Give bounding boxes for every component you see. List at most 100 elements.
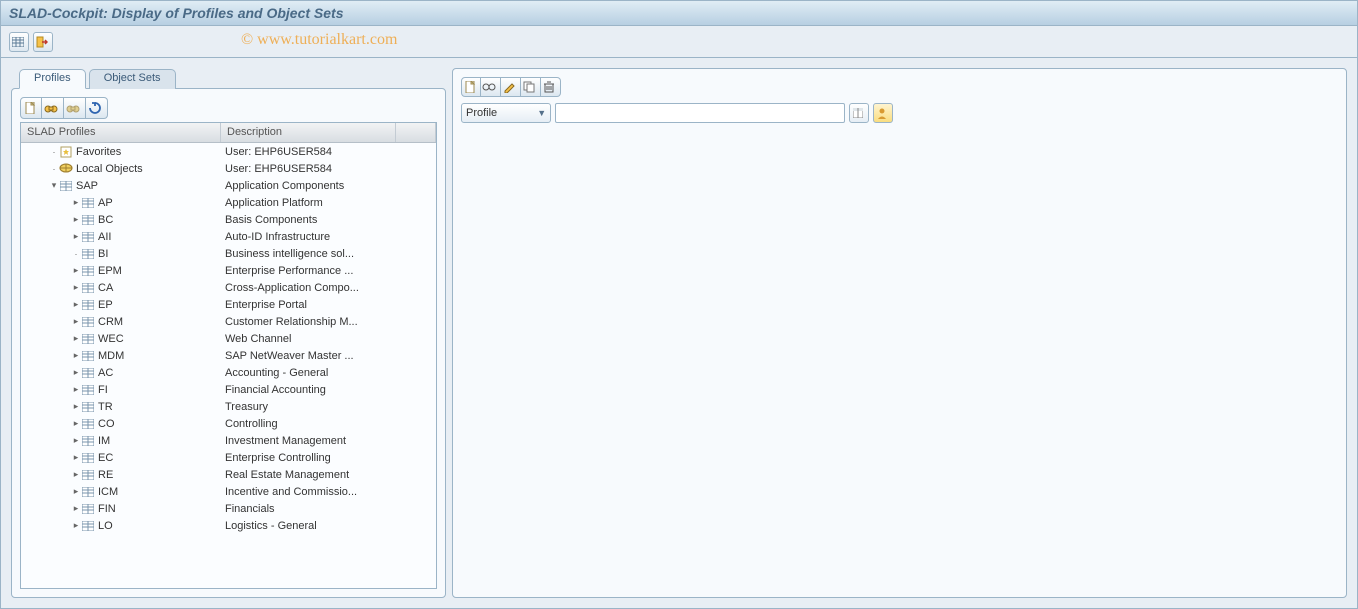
tree-row-crm[interactable]: ▸CRMCustomer Relationship M... <box>21 313 436 330</box>
tree-row-mdm[interactable]: ▸MDMSAP NetWeaver Master ... <box>21 347 436 364</box>
left-create-button[interactable] <box>20 97 42 119</box>
user-button[interactable] <box>873 103 893 123</box>
node-label: CO <box>98 418 115 430</box>
node-description: Business intelligence sol... <box>221 248 436 260</box>
left-find-next-button[interactable] <box>64 97 86 119</box>
tab-object-sets[interactable]: Object Sets <box>89 69 176 89</box>
left-find-button[interactable] <box>42 97 64 119</box>
right-display-button[interactable] <box>481 77 501 97</box>
node-description: Financials <box>221 503 436 515</box>
expander-icon[interactable]: ▸ <box>71 367 81 378</box>
tree-row-im[interactable]: ▸IMInvestment Management <box>21 432 436 449</box>
expander-icon[interactable]: ▸ <box>71 486 81 497</box>
tab-profiles[interactable]: Profiles <box>19 69 86 89</box>
tool-table-button[interactable] <box>9 32 29 52</box>
node-icon <box>81 418 95 430</box>
tree-row-fin[interactable]: ▸FINFinancials <box>21 500 436 517</box>
tree-row-ca[interactable]: ▸CACross-Application Compo... <box>21 279 436 296</box>
watermark-text: © www.tutorialkart.com <box>241 31 397 49</box>
node-icon <box>81 503 95 515</box>
expander-icon[interactable]: ▸ <box>71 384 81 395</box>
node-icon <box>81 333 95 345</box>
node-icon <box>81 452 95 464</box>
tree-row-tr[interactable]: ▸TRTreasury <box>21 398 436 415</box>
expander-icon[interactable]: ▸ <box>71 350 81 361</box>
tree-row-sap[interactable]: ▾SAPApplication Components <box>21 177 436 194</box>
node-label: EPM <box>98 265 122 277</box>
node-description: Real Estate Management <box>221 469 436 481</box>
node-label: AP <box>98 197 113 209</box>
tree-row-ec[interactable]: ▸ECEnterprise Controlling <box>21 449 436 466</box>
right-change-button[interactable] <box>501 77 521 97</box>
profile-type-select[interactable]: Profile ▼ <box>461 103 551 123</box>
expander-icon[interactable]: ▸ <box>71 401 81 412</box>
tree-row-wec[interactable]: ▸WECWeb Channel <box>21 330 436 347</box>
tree-row-fi[interactable]: ▸FIFinancial Accounting <box>21 381 436 398</box>
tree-row-favorites[interactable]: ·FavoritesUser: EHP6USER584 <box>21 143 436 160</box>
node-description: User: EHP6USER584 <box>221 163 436 175</box>
tree-row-lo[interactable]: ▸LOLogistics - General <box>21 517 436 534</box>
node-description: User: EHP6USER584 <box>221 146 436 158</box>
expander-icon[interactable]: ▸ <box>71 282 81 293</box>
expander-icon[interactable]: ▸ <box>71 435 81 446</box>
tree-row-ap[interactable]: ▸ AP Application Platform <box>21 194 436 211</box>
node-icon <box>81 435 95 447</box>
tree-row-ep[interactable]: ▸EPEnterprise Portal <box>21 296 436 313</box>
expander-icon[interactable]: · <box>49 164 59 174</box>
node-description: Incentive and Commissio... <box>221 486 436 498</box>
left-panel: Profiles Object Sets <box>11 68 446 598</box>
profile-name-input[interactable] <box>555 103 845 123</box>
node-description: Application Platform <box>221 197 436 209</box>
node-label: Local Objects <box>76 163 143 175</box>
node-description: Accounting - General <box>221 367 436 379</box>
expander-icon[interactable]: ▸ <box>71 299 81 310</box>
node-icon <box>81 520 95 532</box>
tool-exit-button[interactable] <box>33 32 53 52</box>
expander-icon[interactable]: ▸ <box>71 469 81 480</box>
tree-row-aii[interactable]: ▸AIIAuto-ID Infrastructure <box>21 228 436 245</box>
node-icon <box>81 367 95 379</box>
expander-icon[interactable]: ▸ <box>71 333 81 344</box>
tab-object-sets-label: Object Sets <box>104 72 161 84</box>
expander-icon[interactable]: ▸ <box>71 503 81 514</box>
tree-header-spare <box>396 123 436 142</box>
node-description: Cross-Application Compo... <box>221 282 436 294</box>
node-icon <box>81 401 95 413</box>
expander-icon[interactable]: ▸ <box>71 214 81 225</box>
node-label: BC <box>98 214 113 226</box>
tree-row-co[interactable]: ▸COControlling <box>21 415 436 432</box>
right-copy-button[interactable] <box>521 77 541 97</box>
expander-icon[interactable]: · <box>71 249 81 259</box>
tree-row-re[interactable]: ▸REReal Estate Management <box>21 466 436 483</box>
expander-icon[interactable]: ▸ <box>71 265 81 276</box>
right-delete-button[interactable] <box>541 77 561 97</box>
application-toolbar: © www.tutorialkart.com <box>0 26 1358 58</box>
tree-row-ac[interactable]: ▸ACAccounting - General <box>21 364 436 381</box>
right-panel: Profile ▼ <box>452 68 1347 598</box>
right-create-button[interactable] <box>461 77 481 97</box>
tree-header-name[interactable]: SLAD Profiles <box>21 123 221 142</box>
tree-body[interactable]: ·FavoritesUser: EHP6USER584·Local Object… <box>21 143 436 588</box>
tree-header: SLAD Profiles Description <box>21 123 436 143</box>
expander-icon[interactable]: ▸ <box>71 316 81 327</box>
value-help-icon <box>851 107 865 119</box>
expander-icon[interactable]: ▸ <box>71 418 81 429</box>
expander-icon[interactable]: · <box>49 147 59 157</box>
user-icon <box>875 107 889 119</box>
tree-header-desc[interactable]: Description <box>221 123 396 142</box>
left-refresh-button[interactable] <box>86 97 108 119</box>
expander-icon[interactable]: ▸ <box>71 197 81 208</box>
expander-icon[interactable]: ▸ <box>71 231 81 242</box>
expander-icon[interactable]: ▸ <box>71 520 81 531</box>
expander-icon[interactable]: ▸ <box>71 452 81 463</box>
tree-row-epm[interactable]: ▸EPMEnterprise Performance ... <box>21 262 436 279</box>
tree-row-local-objects[interactable]: · Local Objects User: EHP6USER584 <box>21 160 436 177</box>
tree-row-bc[interactable]: ▸BCBasis Components <box>21 211 436 228</box>
value-help-button[interactable] <box>849 103 869 123</box>
tree-row-icm[interactable]: ▸ICMIncentive and Commissio... <box>21 483 436 500</box>
tree-row-bi[interactable]: ·BIBusiness intelligence sol... <box>21 245 436 262</box>
tab-profiles-label: Profiles <box>34 72 71 84</box>
node-label: CRM <box>98 316 123 328</box>
expander-icon[interactable]: ▾ <box>49 180 59 191</box>
node-label: FI <box>98 384 108 396</box>
